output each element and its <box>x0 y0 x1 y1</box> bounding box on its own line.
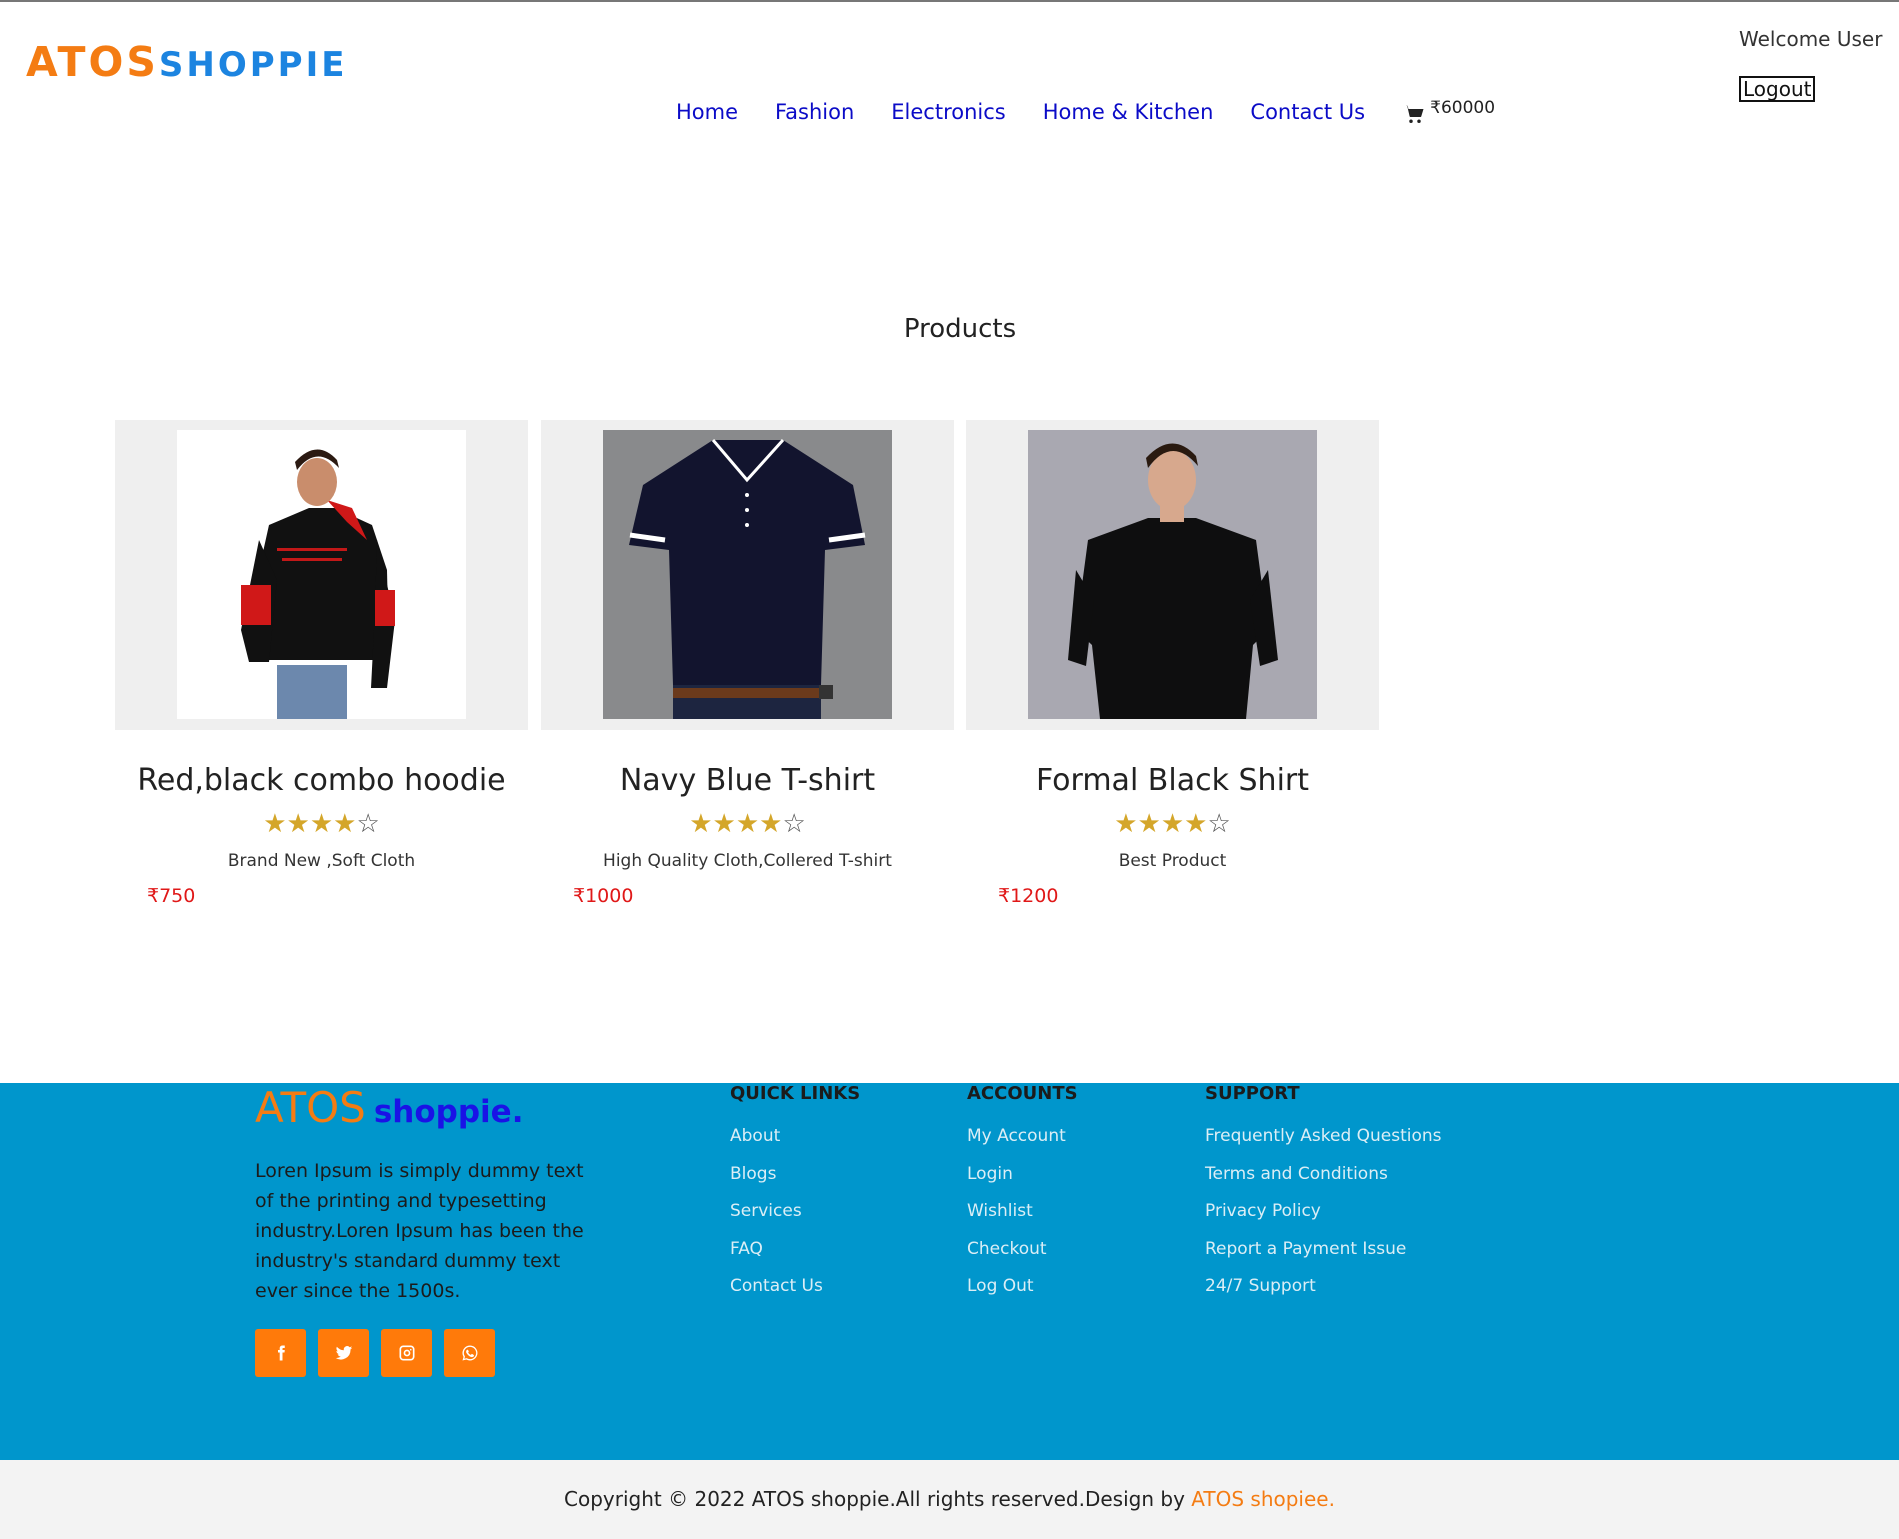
instagram-button[interactable] <box>381 1329 432 1377</box>
footer-link-my-account[interactable]: My Account <box>967 1118 1078 1156</box>
footer-link-log-out[interactable]: Log Out <box>967 1268 1078 1306</box>
product-price: ₹1200 <box>998 885 1059 907</box>
product-name[interactable]: Formal Black Shirt <box>966 763 1379 798</box>
cart-icon <box>1404 105 1424 123</box>
stars-empty: ☆ <box>356 809 380 839</box>
nav-fashion[interactable]: Fashion <box>775 100 854 124</box>
copyright-designer-link[interactable]: ATOS shopiee. <box>1191 1487 1335 1511</box>
stars-filled: ★★★★ <box>689 809 783 839</box>
footer-link-contact-us[interactable]: Contact Us <box>730 1268 860 1306</box>
product-image-frame <box>115 420 528 730</box>
footer-link-services[interactable]: Services <box>730 1193 860 1231</box>
facebook-button[interactable] <box>255 1329 306 1377</box>
twitter-button[interactable] <box>318 1329 369 1377</box>
product-card[interactable]: Red,black combo hoodie ★★★★☆ Brand New ,… <box>115 420 528 907</box>
footer-link-support-24-7[interactable]: 24/7 Support <box>1205 1268 1442 1306</box>
product-card[interactable]: Navy Blue T-shirt ★★★★☆ High Quality Clo… <box>541 420 954 907</box>
product-name[interactable]: Navy Blue T-shirt <box>541 763 954 798</box>
product-description: Brand New ,Soft Cloth <box>227 851 416 871</box>
top-border <box>0 0 1899 2</box>
stars-filled: ★★★★ <box>1114 809 1208 839</box>
footer-link-privacy[interactable]: Privacy Policy <box>1205 1193 1442 1231</box>
quick-links-heading: QUICK LINKS <box>730 1083 861 1104</box>
footer-description: Loren Ipsum is simply dummy text of the … <box>255 1160 584 1302</box>
stars-empty: ☆ <box>1207 809 1231 839</box>
copyright-text: Copyright © 2022 ATOS shoppie.All rights… <box>564 1487 1192 1511</box>
product-description: High Quality Cloth,Collered T-shirt <box>603 851 892 871</box>
rating-stars: ★★★★☆ <box>115 809 528 839</box>
product-description: Best Product <box>1118 851 1227 871</box>
brand-logo[interactable]: ATOSSHOPPIE <box>26 38 347 86</box>
footer-quick-links: QUICK LINKS About Blogs Services FAQ Con… <box>730 1083 860 1306</box>
footer-link-checkout[interactable]: Checkout <box>967 1231 1078 1269</box>
whatsapp-icon <box>462 1345 477 1361</box>
main-nav: Home Fashion Electronics Home & Kitchen … <box>676 98 1495 126</box>
accounts-heading: ACCOUNTS <box>967 1083 1078 1104</box>
footer-support: SUPPORT Frequently Asked Questions Terms… <box>1205 1083 1442 1306</box>
footer-link-faq[interactable]: FAQ <box>730 1231 860 1269</box>
product-image-frame <box>541 420 954 730</box>
cart-button[interactable]: ₹60000 <box>1402 98 1495 126</box>
twitter-icon <box>335 1346 352 1360</box>
product-image-frame <box>966 420 1379 730</box>
facebook-icon <box>277 1345 285 1361</box>
site-footer: ATOS shoppie. Loren Ipsum is simply dummy… <box>0 1083 1899 1460</box>
logout-button[interactable]: Logout <box>1739 76 1816 102</box>
footer-link-report-payment[interactable]: Report a Payment Issue <box>1205 1231 1442 1269</box>
instagram-icon <box>399 1345 414 1361</box>
footer-logo: ATOS shoppie. <box>255 1083 524 1132</box>
product-name[interactable]: Red,black combo hoodie <box>115 763 528 798</box>
product-image-tshirt[interactable] <box>603 430 892 719</box>
products-heading: Products <box>903 314 1017 344</box>
product-price: ₹1000 <box>573 885 634 907</box>
product-card[interactable]: Formal Black Shirt ★★★★☆ Best Product ₹1… <box>966 420 1379 907</box>
product-price: ₹750 <box>147 885 196 907</box>
footer-link-wishlist[interactable]: Wishlist <box>967 1193 1078 1231</box>
brand-logo-part1: ATOS <box>26 38 159 86</box>
copyright-bar: Copyright © 2022 ATOS shoppie.All rights… <box>0 1460 1899 1539</box>
welcome-text: Welcome User <box>1739 27 1883 51</box>
footer-link-about[interactable]: About <box>730 1118 860 1156</box>
nav-home[interactable]: Home <box>676 100 738 124</box>
cart-amount: ₹60000 <box>1430 98 1496 118</box>
stars-empty: ☆ <box>782 809 806 839</box>
nav-home-kitchen[interactable]: Home & Kitchen <box>1043 100 1214 124</box>
social-links <box>255 1329 507 1377</box>
support-heading: SUPPORT <box>1205 1083 1300 1104</box>
rating-stars: ★★★★☆ <box>966 809 1379 839</box>
footer-link-terms[interactable]: Terms and Conditions <box>1205 1156 1442 1194</box>
product-image-hoodie[interactable] <box>177 430 466 719</box>
brand-logo-part2: SHOPPIE <box>158 45 348 85</box>
footer-accounts: ACCOUNTS My Account Login Wishlist Check… <box>967 1083 1078 1306</box>
footer-link-faq-full[interactable]: Frequently Asked Questions <box>1205 1118 1442 1156</box>
footer-logo-part2: shoppie. <box>373 1094 524 1130</box>
rating-stars: ★★★★☆ <box>541 809 954 839</box>
nav-electronics[interactable]: Electronics <box>891 100 1005 124</box>
footer-logo-part1: ATOS <box>255 1083 366 1132</box>
stars-filled: ★★★★ <box>263 809 357 839</box>
nav-contact-us[interactable]: Contact Us <box>1250 100 1365 124</box>
footer-link-blogs[interactable]: Blogs <box>730 1156 860 1194</box>
footer-link-login[interactable]: Login <box>967 1156 1078 1194</box>
whatsapp-button[interactable] <box>444 1329 495 1377</box>
product-image-shirt[interactable] <box>1028 430 1317 719</box>
